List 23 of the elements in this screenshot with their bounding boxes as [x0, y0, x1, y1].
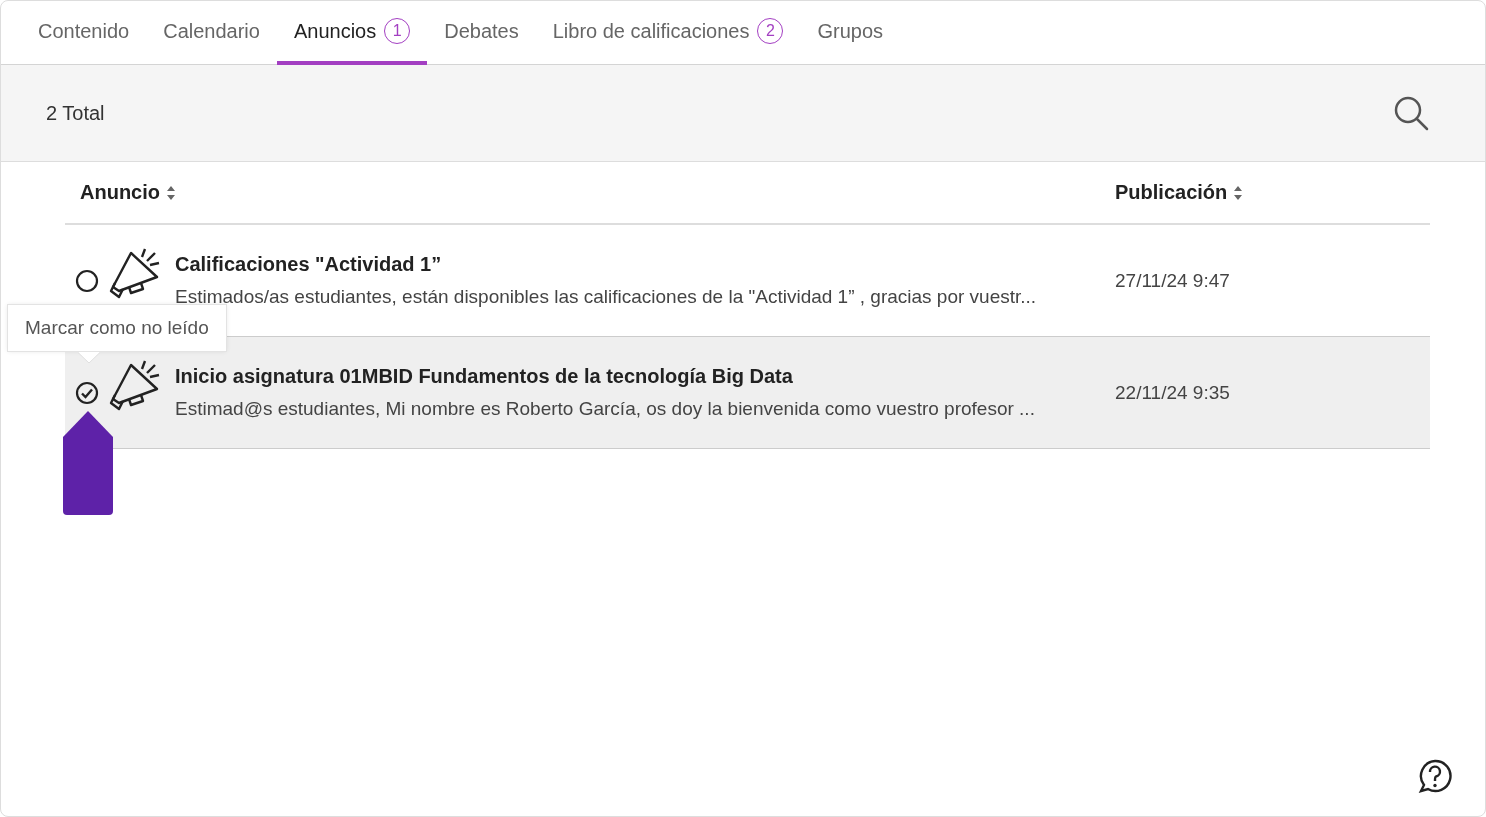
publication-date: 22/11/24 9:35 — [1115, 381, 1231, 404]
tab[interactable]: Debates — [427, 1, 536, 65]
announcement-title[interactable]: Inicio asignatura 01MBID Fundamentos de la tecnología Big Data — [175, 365, 1115, 388]
announcement-preview: Estimad@s estudiantes, Mi nombre es Roberto García, os doy la bienvenida como vuestro profesor ... — [175, 398, 1036, 420]
help-icon[interactable] — [1417, 758, 1453, 794]
tab[interactable]: Calendario — [146, 1, 277, 65]
announcement-preview: Estimados/as estudiantes, están disponibles las calificaciones de la "Actividad 1” , gracias por vuestr... — [175, 286, 1038, 308]
announcement-title[interactable]: Calificaciones "Actividad 1” — [175, 253, 1115, 276]
tooltip: Marcar como no leído — [8, 305, 226, 351]
empty-circle-icon[interactable] — [75, 268, 99, 293]
tab[interactable]: Grupos — [800, 1, 901, 65]
sort-icon[interactable] — [1233, 184, 1244, 201]
column-header[interactable]: Publicación — [1115, 181, 1228, 204]
column-header[interactable]: Anuncio — [80, 181, 160, 204]
tab[interactable]: Contenido — [21, 1, 147, 65]
total-count: 2 Total — [46, 101, 105, 125]
checked-circle-icon[interactable] — [75, 380, 99, 405]
announcement-row[interactable]: Inicio asignatura 01MBID Fundamentos de la tecnología Big Data Estimad@s estudiantes, Mi nombre es Roberto García, os doy la bienvenida como vuestro profesor ... 22/11/24 9:35 — [65, 337, 1430, 449]
publication-date: 27/11/24 9:47 — [1115, 269, 1231, 292]
sort-icon[interactable] — [166, 184, 176, 201]
tooltip-pointer — [78, 352, 100, 364]
tab[interactable]: Libro de calificaciones 2 — [535, 1, 801, 65]
search-icon[interactable] — [1393, 95, 1429, 131]
